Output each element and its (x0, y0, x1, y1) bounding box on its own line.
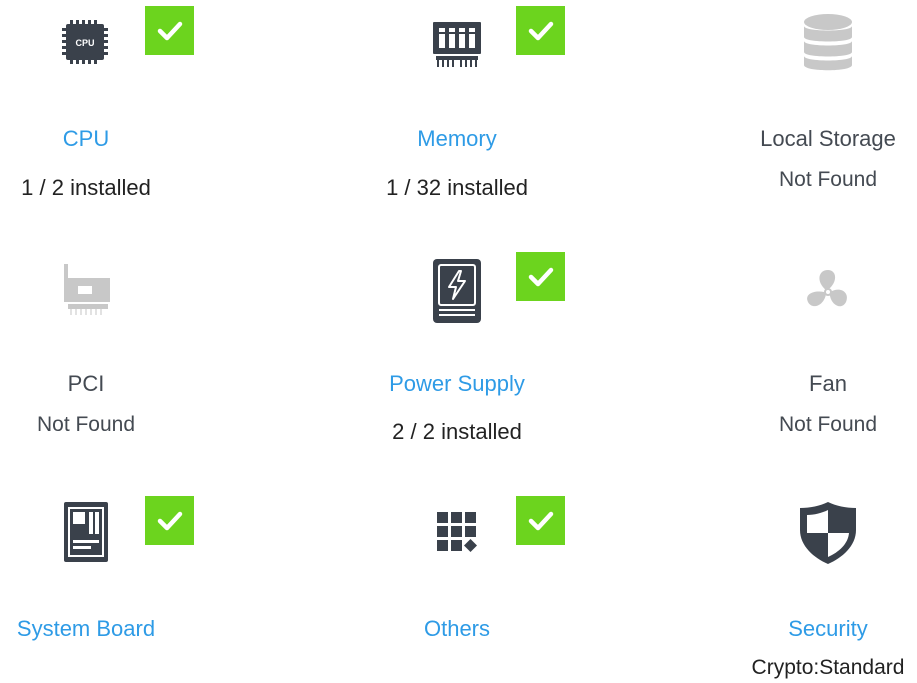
installed-check-icon (145, 496, 194, 545)
cpu-icon-label: CPU (75, 38, 94, 48)
tile-title-security[interactable]: Security (708, 616, 917, 642)
tile-title-pci: PCI (67, 371, 105, 396)
tile-title-cpu[interactable]: CPU (0, 126, 206, 152)
tile-title-fan: Fan (809, 371, 847, 396)
tile-status-security: Crypto:Standard (751, 656, 905, 679)
tile-status-fan: Not Found (778, 413, 878, 436)
installed-check-icon (516, 6, 565, 55)
system-board-icon (54, 500, 118, 564)
fan-icon (796, 260, 860, 324)
installed-check-icon (516, 252, 565, 301)
database-icon (796, 10, 860, 74)
tile-title-system-board[interactable]: System Board (0, 616, 206, 642)
power-supply-icon (425, 259, 489, 323)
tile-status-cpu: 1 / 2 installed (21, 175, 151, 200)
tile-status-power-supply: 2 / 2 installed (392, 419, 522, 444)
tile-status-local-storage: Not Found (778, 168, 878, 191)
tile-title-power-supply[interactable]: Power Supply (337, 371, 577, 397)
tile-title-local-storage: Local Storage (760, 126, 896, 151)
tile-title-others[interactable]: Others (337, 616, 577, 642)
hardware-inventory-grid: CPU CPU 1 / 2 installed Memory 1 / 32 in… (0, 0, 917, 683)
memory-icon (425, 10, 489, 74)
grid-icon (425, 500, 489, 564)
cpu-icon: CPU (54, 10, 118, 74)
tile-title-memory[interactable]: Memory (337, 126, 577, 152)
installed-check-icon (145, 6, 194, 55)
pci-card-icon (54, 260, 118, 324)
shield-icon (796, 500, 860, 564)
tile-status-pci: Not Found (36, 413, 136, 436)
installed-check-icon (516, 496, 565, 545)
tile-status-memory: 1 / 32 installed (386, 175, 528, 200)
